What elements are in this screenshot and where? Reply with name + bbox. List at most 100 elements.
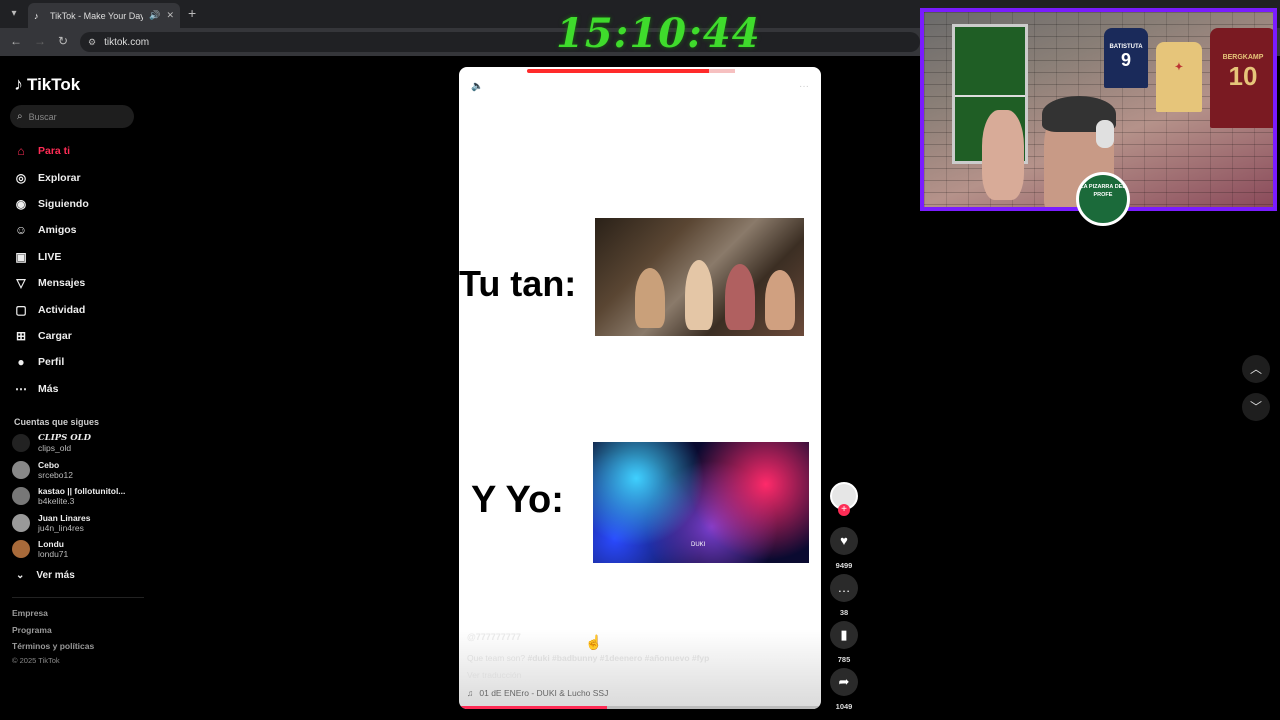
- share-action[interactable]: ➦ 1049: [830, 668, 858, 711]
- new-tab-button[interactable]: +: [188, 5, 196, 21]
- comment-icon[interactable]: …: [830, 574, 858, 602]
- stream-alert-bar: [527, 69, 735, 73]
- comment-action[interactable]: … 38: [830, 574, 858, 617]
- tiktok-note-icon: ♪: [14, 74, 23, 94]
- account-user: b4kelite.3: [38, 496, 75, 506]
- copyright: © 2025 TikTok: [12, 656, 60, 665]
- channel-logo: LA PIZARRA DEL PROFE: [1076, 172, 1130, 226]
- follow-plus-icon[interactable]: +: [838, 504, 850, 516]
- url-text: tiktok.com: [104, 36, 150, 48]
- sidebar-divider: [12, 597, 144, 598]
- account-user: srcebo12: [38, 470, 73, 480]
- save-count: 785: [837, 655, 851, 664]
- footer-link[interactable]: Programa: [12, 625, 52, 635]
- more-options-icon[interactable]: ···: [799, 81, 809, 92]
- avatar: [12, 540, 30, 558]
- account-user: clips_old: [38, 443, 72, 453]
- footer-link[interactable]: Términos y políticas: [12, 641, 94, 651]
- account-name: Juan Linares: [38, 513, 91, 523]
- video-progress[interactable]: [459, 706, 821, 709]
- back-icon[interactable]: ←: [10, 34, 22, 48]
- hashtags[interactable]: #duki #badbunny #1deenero #añonuevo #fyp: [528, 653, 710, 663]
- reload-icon[interactable]: ↻: [58, 34, 68, 48]
- sidebar-item-explorar[interactable]: ◎ Explorar: [0, 164, 150, 190]
- following-icon: ◉: [15, 196, 27, 211]
- upload-icon: ⊞: [15, 328, 27, 343]
- followed-account[interactable]: CLIPS OLD clips_old: [12, 433, 91, 453]
- following-section-title: Cuentas que sigues: [14, 417, 100, 427]
- compass-icon: ◎: [15, 170, 27, 185]
- figure: [725, 264, 755, 330]
- sidebar-item-label: Explorar: [38, 171, 81, 184]
- browser-tab[interactable]: ♪ TikTok - Make Your Day 🔊 ✕: [28, 3, 180, 28]
- heart-icon[interactable]: ♥: [830, 527, 858, 555]
- footer-link[interactable]: Empresa: [12, 608, 48, 618]
- tab-close-icon[interactable]: ✕: [166, 10, 174, 21]
- tiktok-logo[interactable]: ♪ TikTok: [14, 74, 80, 95]
- site-info-icon[interactable]: ⚙: [88, 37, 96, 48]
- translate-link[interactable]: Ver traducción: [467, 670, 521, 680]
- sidebar-item-live[interactable]: ▣ LIVE: [0, 244, 150, 270]
- video-player[interactable]: 🔈 ··· Tu tan: Y Yo: DUKI @777777777 Que …: [459, 67, 821, 709]
- friends-icon: ☺: [14, 223, 28, 238]
- share-icon[interactable]: ➦: [830, 668, 858, 696]
- followed-account[interactable]: Londu londu71: [12, 539, 68, 559]
- alert-bar-rest: [709, 69, 735, 73]
- channel-logo-text: LA PIZARRA DEL PROFE: [1080, 184, 1126, 198]
- sidebar-item-perfil[interactable]: ● Perfil: [0, 349, 150, 375]
- sidebar-item-para-ti[interactable]: ⌂ Para ti: [0, 138, 150, 164]
- forward-icon[interactable]: →: [34, 34, 46, 48]
- next-video-button[interactable]: ﹀: [1242, 393, 1270, 421]
- avatar: [12, 434, 30, 452]
- chevron-up-icon: ︿: [1249, 362, 1262, 376]
- sidebar-item-label: Perfil: [38, 356, 65, 369]
- video-progress-fill: [459, 706, 608, 709]
- jersey-number: 9: [1120, 50, 1131, 70]
- chevron-down-icon: ﹀: [1249, 400, 1262, 414]
- followed-account[interactable]: Cebo srcebo12: [12, 460, 73, 480]
- video-description: Que team son? #duki #badbunny #1deenero …: [467, 653, 709, 663]
- see-more-button[interactable]: ⌄ Ver más: [16, 570, 75, 581]
- sidebar-item-cargar[interactable]: ⊞ Cargar: [0, 323, 150, 349]
- sidebar-item-amigos[interactable]: ☺ Amigos: [0, 217, 150, 243]
- followed-account[interactable]: Juan Linares ju4n_lin4res: [12, 513, 90, 533]
- sidebar-item-siguiendo[interactable]: ◉ Siguiendo: [0, 191, 150, 217]
- address-bar[interactable]: ⚙ tiktok.com: [80, 32, 920, 52]
- galaxy-image-label: DUKI: [691, 542, 706, 548]
- sidebar-item-label: Actividad: [38, 303, 86, 316]
- sidebar-item-mensajes[interactable]: ▽ Mensajes: [0, 270, 150, 296]
- sidebar-item-label: Para ti: [38, 145, 71, 158]
- sidebar-nav: ⌂ Para ti ◎ Explorar ◉ Siguiendo ☺ Amigos ▣ L…: [0, 138, 150, 402]
- volume-icon[interactable]: 🔈: [471, 81, 483, 92]
- sidebar-item-label: Más: [38, 382, 59, 395]
- jersey: BATISTUTA 9: [1104, 28, 1148, 88]
- search-placeholder: Buscar: [28, 111, 57, 122]
- tab-search-icon[interactable]: ▾: [6, 6, 22, 22]
- search-input[interactable]: ⌕ Buscar: [10, 105, 134, 128]
- sidebar-item-actividad[interactable]: ▢ Actividad: [0, 296, 150, 322]
- headset: [1096, 120, 1114, 148]
- avatar: [12, 487, 30, 505]
- logo-text: TikTok: [27, 74, 81, 94]
- sidebar-item-label: LIVE: [38, 250, 62, 263]
- video-username[interactable]: @777777777: [467, 632, 521, 642]
- sidebar-item-label: Amigos: [38, 224, 77, 237]
- share-count: 1049: [835, 702, 853, 711]
- tab-audio-icon[interactable]: 🔊: [149, 10, 160, 21]
- more-icon: ⋯: [15, 381, 27, 396]
- account-user: londu71: [38, 549, 69, 559]
- sound-info[interactable]: ♫ 01 dE ENEro - DUKI & Lucho SSJ: [467, 688, 608, 698]
- home-icon: ⌂: [17, 144, 25, 159]
- sidebar-item-label: Mensajes: [38, 277, 86, 290]
- followed-account[interactable]: kastao || follotunitol... b4kelite.3: [12, 486, 125, 506]
- like-action[interactable]: ♥ 9499: [830, 527, 858, 570]
- save-action[interactable]: ▮ 785: [830, 621, 858, 664]
- bookmark-icon[interactable]: ▮: [830, 621, 858, 649]
- search-icon: ⌕: [17, 111, 23, 122]
- sidebar-item-mas[interactable]: ⋯ Más: [0, 376, 150, 402]
- account-user: ju4n_lin4res: [38, 523, 84, 533]
- mouse-cursor-icon: ☝: [585, 634, 603, 650]
- previous-video-button[interactable]: ︿: [1242, 355, 1270, 383]
- live-icon: ▣: [15, 249, 27, 264]
- account-name: Londu: [38, 539, 64, 549]
